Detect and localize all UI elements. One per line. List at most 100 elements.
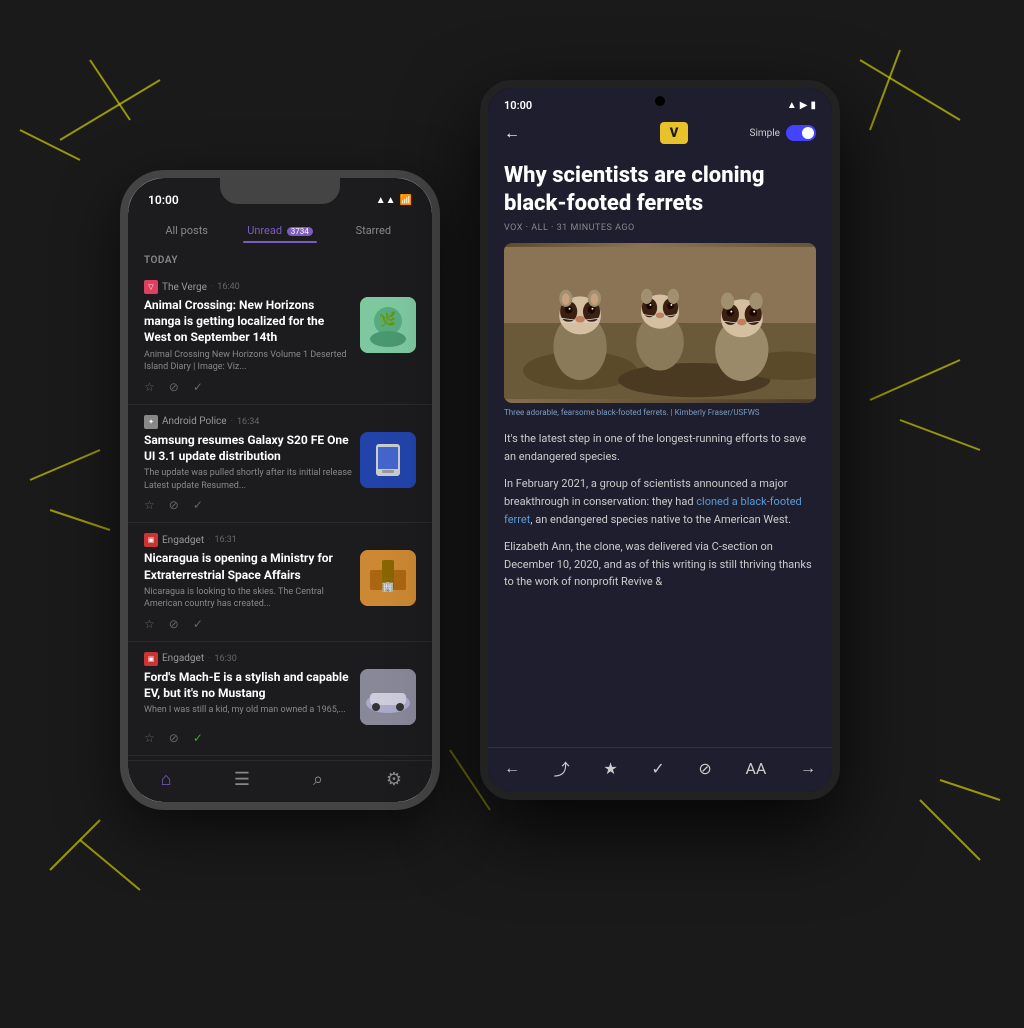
- feed-time-4: 16:30: [214, 654, 236, 664]
- android-camera: [655, 96, 665, 106]
- article-back-icon[interactable]: ←: [504, 758, 520, 778]
- android-device: 10:00 ▲ ▶ ▮ ← V Simple: [480, 80, 840, 800]
- feed-excerpt-4: When I was still a kid, my old man owned…: [144, 704, 352, 717]
- feed-item-4-header: ▣ Engadget · 16:30: [144, 652, 416, 666]
- simple-toggle[interactable]: [786, 125, 816, 141]
- tag-icon-2[interactable]: ⊘: [169, 498, 179, 512]
- svg-text:🌿: 🌿: [379, 311, 396, 328]
- nav-list[interactable]: ☰: [204, 769, 280, 790]
- article-para-2: In February 2021, a group of scientists …: [504, 475, 816, 528]
- star-icon-1[interactable]: ☆: [144, 380, 155, 394]
- article-image: [504, 243, 816, 403]
- feed-excerpt-2: The update was pulled shortly after its …: [144, 467, 352, 492]
- android-status-icons: ▲ ▶ ▮: [787, 100, 816, 111]
- android-back-button[interactable]: ←: [504, 123, 520, 143]
- iphone-status-icons: ▲▲ 📶: [376, 195, 412, 206]
- simple-toggle-area: Simple: [750, 125, 817, 141]
- article-caption: Three adorable, fearsome black-footed fe…: [488, 403, 832, 426]
- feed-item-2[interactable]: ✦ Android Police · 16:34 Samsung resumes…: [128, 405, 432, 524]
- signal-icon: 📶: [400, 195, 412, 206]
- article-body: It's the latest step in one of the longe…: [488, 426, 832, 747]
- share-icon[interactable]: ⤴: [554, 756, 570, 780]
- article-star-icon[interactable]: ★: [603, 759, 617, 778]
- list-icon: ☰: [234, 769, 250, 790]
- tab-all-posts[interactable]: All posts: [140, 218, 233, 243]
- toggle-knob: [802, 127, 814, 139]
- feed-time-1: 16:40: [217, 282, 239, 292]
- feed-actions-4: ☆ ⊘ ✓: [144, 728, 416, 745]
- feed-item-4-body: Ford's Mach-E is a stylish and capable E…: [144, 669, 416, 725]
- iphone-tabs: All posts Unread 3734 Starred: [128, 214, 432, 247]
- tag-icon-3[interactable]: ⊘: [169, 617, 179, 631]
- feed-excerpt-1: Animal Crossing New Horizons Volume 1 De…: [144, 349, 352, 374]
- android-police-icon: ✦: [144, 415, 158, 429]
- android-frame: 10:00 ▲ ▶ ▮ ← V Simple: [480, 80, 840, 800]
- star-icon-2[interactable]: ☆: [144, 498, 155, 512]
- android-bottom-bar: ← ⤴ ★ ✓ ⊘ AA →: [488, 747, 832, 792]
- feed-actions-2: ☆ ⊘ ✓: [144, 495, 416, 512]
- feed-item-2-body: Samsung resumes Galaxy S20 FE One UI 3.1…: [144, 432, 416, 493]
- star-icon-3[interactable]: ☆: [144, 617, 155, 631]
- feed-item-3-body: Nicaragua is opening a Ministry for Extr…: [144, 550, 416, 611]
- tag-icon-4[interactable]: ⊘: [169, 731, 179, 745]
- feed-item-1[interactable]: ▽ The Verge · 16:40 Animal Crossing: New…: [128, 270, 432, 405]
- wifi-icon: ▲▲: [376, 195, 396, 206]
- home-icon: ⌂: [161, 769, 172, 790]
- tab-starred[interactable]: Starred: [327, 218, 420, 243]
- star-icon-4[interactable]: ☆: [144, 731, 155, 745]
- check-icon-1[interactable]: ✓: [193, 380, 203, 394]
- article-para-3: Elizabeth Ann, the clone, was delivered …: [504, 538, 816, 591]
- search-icon: ⌕: [313, 769, 323, 790]
- article-link[interactable]: cloned a black-footed ferret: [504, 495, 802, 526]
- article-tag-icon[interactable]: ⊘: [698, 759, 711, 778]
- tag-icon-1[interactable]: ⊘: [169, 380, 179, 394]
- feed-time-2: 16:34: [237, 417, 259, 427]
- check-icon-2[interactable]: ✓: [193, 498, 203, 512]
- feed-thumb-2: [360, 432, 416, 488]
- feed-title-3: Nicaragua is opening a Ministry for Extr…: [144, 550, 352, 582]
- feed-title-2: Samsung resumes Galaxy S20 FE One UI 3.1…: [144, 432, 352, 464]
- feed-item-3[interactable]: ▣ Engadget · 16:31 Nicaragua is opening …: [128, 523, 432, 642]
- android-battery-icon: ▮: [810, 100, 816, 111]
- verge-icon: ▽: [144, 280, 158, 294]
- engadget-icon-2: ▣: [144, 652, 158, 666]
- iphone-device: 10:00 ▲▲ 📶 All posts Unread 3734 Starred: [120, 170, 440, 810]
- feed-item-1-header: ▽ The Verge · 16:40: [144, 280, 416, 294]
- article-check-icon[interactable]: ✓: [651, 759, 664, 778]
- nav-settings[interactable]: ⚙: [356, 769, 432, 790]
- android-top-bar: ← V Simple: [488, 116, 832, 150]
- feed-actions-1: ☆ ⊘ ✓: [144, 377, 416, 394]
- text-size-icon[interactable]: AA: [745, 759, 766, 778]
- feed-title-4: Ford's Mach-E is a stylish and capable E…: [144, 669, 352, 701]
- android-time: 10:00: [504, 99, 532, 112]
- feed-source-3: Engadget: [162, 535, 204, 546]
- feed-source-4: Engadget: [162, 653, 204, 664]
- feed-section-today: TODAY: [128, 247, 432, 270]
- feed-item-3-header: ▣ Engadget · 16:31: [144, 533, 416, 547]
- settings-icon: ⚙: [386, 769, 402, 790]
- article-title: Why scientists are cloning black-footed …: [488, 150, 832, 223]
- feed-title-1: Animal Crossing: New Horizons manga is g…: [144, 297, 352, 346]
- unread-badge: 3734: [287, 227, 313, 236]
- article-forward-icon[interactable]: →: [800, 758, 816, 778]
- check-icon-3[interactable]: ✓: [193, 617, 203, 631]
- iphone-bottom-nav: ⌂ ☰ ⌕ ⚙: [128, 760, 432, 802]
- simple-label: Simple: [750, 128, 781, 139]
- nav-search[interactable]: ⌕: [280, 769, 356, 790]
- iphone-notch: [220, 178, 340, 204]
- article-para-1: It's the latest step in one of the longe…: [504, 430, 816, 465]
- feed-excerpt-3: Nicaragua is looking to the skies. The C…: [144, 586, 352, 611]
- feed-item-2-header: ✦ Android Police · 16:34: [144, 415, 416, 429]
- android-screen: 10:00 ▲ ▶ ▮ ← V Simple: [488, 88, 832, 792]
- feed-actions-3: ☆ ⊘ ✓: [144, 614, 416, 631]
- iphone-feed: TODAY ▽ The Verge · 16:40 Animal Crossin…: [128, 247, 432, 760]
- tab-unread[interactable]: Unread 3734: [233, 218, 326, 243]
- feed-source-1: The Verge: [162, 282, 207, 293]
- feed-time-3: 16:31: [214, 535, 236, 545]
- android-wifi-icon: ▲: [787, 100, 797, 111]
- check-done-icon-4[interactable]: ✓: [193, 731, 203, 745]
- feed-thumb-1: 🌿: [360, 297, 416, 353]
- feed-thumb-4: [360, 669, 416, 725]
- feed-item-4[interactable]: ▣ Engadget · 16:30 Ford's Mach-E is a st…: [128, 642, 432, 756]
- nav-home[interactable]: ⌂: [128, 769, 204, 790]
